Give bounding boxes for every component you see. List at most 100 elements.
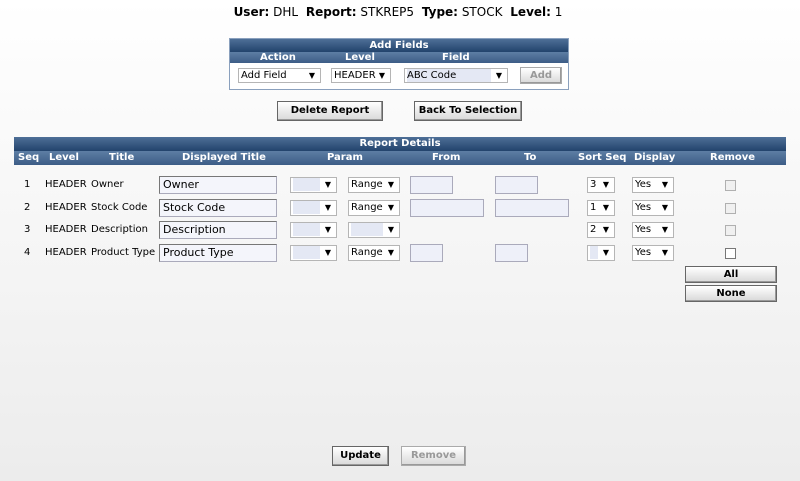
add-button[interactable]: Add: [520, 67, 562, 84]
col-display-header: Display: [634, 152, 676, 163]
col-from-header: From: [432, 152, 461, 163]
type-value: STOCK: [461, 5, 503, 19]
chevron-down-icon: ▼: [387, 225, 395, 234]
range-select-value: Range: [351, 202, 383, 213]
report-details-title: Report Details: [14, 137, 786, 151]
param-select[interactable]: ▼: [290, 177, 337, 193]
user-label: User:: [233, 5, 270, 19]
param-select[interactable]: ▼: [290, 200, 337, 216]
param-select-value: [293, 201, 320, 214]
chevron-down-icon: ▼: [602, 203, 610, 212]
col-to-header: To: [524, 152, 537, 163]
chevron-down-icon: ▼: [324, 180, 332, 189]
type-label: Type:: [421, 5, 458, 19]
action-select[interactable]: Add Field ▼: [238, 68, 321, 83]
display-select[interactable]: Yes ▼: [632, 222, 674, 238]
remove-checkbox[interactable]: [725, 180, 736, 191]
row-seq: 2: [24, 202, 31, 213]
range-select[interactable]: Range ▼: [348, 177, 400, 193]
delete-report-button[interactable]: Delete Report: [277, 101, 383, 121]
col-action-header: Action: [260, 52, 296, 63]
param-select-value: [293, 178, 320, 191]
level-label: Level:: [510, 5, 551, 19]
report-value: STKREP5: [360, 5, 415, 19]
update-button[interactable]: Update: [332, 446, 389, 466]
chevron-down-icon: ▼: [602, 180, 610, 189]
add-fields-title: Add Fields: [230, 39, 568, 52]
row-title: Description: [91, 224, 148, 235]
chevron-down-icon: ▼: [495, 71, 503, 80]
sort-seq-select[interactable]: 1 ▼: [587, 200, 615, 216]
report-details-column-headers: Seq Level Title Displayed Title Param Fr…: [14, 151, 786, 165]
row-seq: 1: [24, 179, 31, 190]
to-input[interactable]: [495, 199, 569, 217]
sort-seq-select[interactable]: 2 ▼: [587, 222, 615, 238]
displayed-title-input[interactable]: Product Type: [159, 244, 277, 262]
display-select[interactable]: Yes ▼: [632, 200, 674, 216]
sort-seq-select[interactable]: ▼: [587, 245, 615, 261]
param-select-value: [293, 246, 320, 259]
col-remove-header: Remove: [710, 152, 756, 163]
col-displayed-title-header: Displayed Title: [182, 152, 266, 163]
row-title: Stock Code: [91, 202, 148, 213]
row-title: Owner: [91, 179, 124, 190]
chevron-down-icon: ▼: [602, 225, 610, 234]
select-all-button[interactable]: All: [685, 266, 777, 283]
add-fields-panel: Add Fields Action Level Field Add Field …: [229, 38, 569, 90]
chevron-down-icon: ▼: [324, 225, 332, 234]
to-input[interactable]: [495, 244, 528, 262]
field-select[interactable]: ABC Code ▼: [404, 68, 508, 83]
action-select-value: Add Field: [241, 70, 287, 81]
row-title: Product Type: [91, 247, 156, 258]
displayed-title-input[interactable]: Stock Code: [159, 199, 277, 217]
col-title-header: Title: [109, 152, 135, 163]
field-select-value: ABC Code: [407, 69, 491, 82]
remove-button[interactable]: Remove: [401, 446, 466, 466]
col-param-header: Param: [327, 152, 363, 163]
back-to-selection-button[interactable]: Back To Selection: [414, 101, 522, 121]
sort-seq-select[interactable]: 3 ▼: [587, 177, 615, 193]
chevron-down-icon: ▼: [661, 203, 669, 212]
range-select[interactable]: ▼: [348, 222, 400, 238]
level-select[interactable]: HEADER ▼: [331, 68, 391, 83]
from-input[interactable]: [410, 244, 443, 262]
param-select-value: [293, 223, 320, 236]
display-select[interactable]: Yes ▼: [632, 177, 674, 193]
chevron-down-icon: ▼: [661, 180, 669, 189]
chevron-down-icon: ▼: [308, 71, 316, 80]
level-select-value: HEADER: [334, 70, 376, 81]
from-input[interactable]: [410, 176, 453, 194]
sort-seq-value: [590, 246, 598, 259]
to-input[interactable]: [495, 176, 538, 194]
display-select[interactable]: Yes ▼: [632, 245, 674, 261]
range-select[interactable]: Range ▼: [348, 200, 400, 216]
col-level-header: Level: [345, 52, 375, 63]
chevron-down-icon: ▼: [387, 248, 395, 257]
add-fields-column-headers: Action Level Field: [230, 52, 568, 63]
row-level: HEADER: [45, 179, 87, 190]
display-value: Yes: [635, 247, 652, 258]
param-select[interactable]: ▼: [290, 245, 337, 261]
range-select[interactable]: Range ▼: [348, 245, 400, 261]
chevron-down-icon: ▼: [387, 180, 395, 189]
row-seq: 4: [24, 247, 31, 258]
select-none-button[interactable]: None: [685, 285, 777, 302]
report-label: Report:: [305, 5, 357, 19]
param-select[interactable]: ▼: [290, 222, 337, 238]
row-level: HEADER: [45, 224, 87, 235]
from-input[interactable]: [410, 199, 484, 217]
col-sort-seq-header: Sort Seq: [578, 152, 627, 163]
sort-seq-value: 2: [590, 224, 597, 235]
user-value: DHL: [273, 5, 299, 19]
remove-checkbox[interactable]: [725, 248, 736, 259]
level-value: 1: [554, 5, 563, 19]
display-value: Yes: [635, 224, 652, 235]
remove-checkbox[interactable]: [725, 203, 736, 214]
chevron-down-icon: ▼: [378, 71, 386, 80]
chevron-down-icon: ▼: [602, 248, 610, 257]
chevron-down-icon: ▼: [324, 248, 332, 257]
remove-checkbox[interactable]: [725, 225, 736, 236]
displayed-title-input[interactable]: Description: [159, 221, 277, 239]
chevron-down-icon: ▼: [661, 248, 669, 257]
displayed-title-input[interactable]: Owner: [159, 176, 277, 194]
